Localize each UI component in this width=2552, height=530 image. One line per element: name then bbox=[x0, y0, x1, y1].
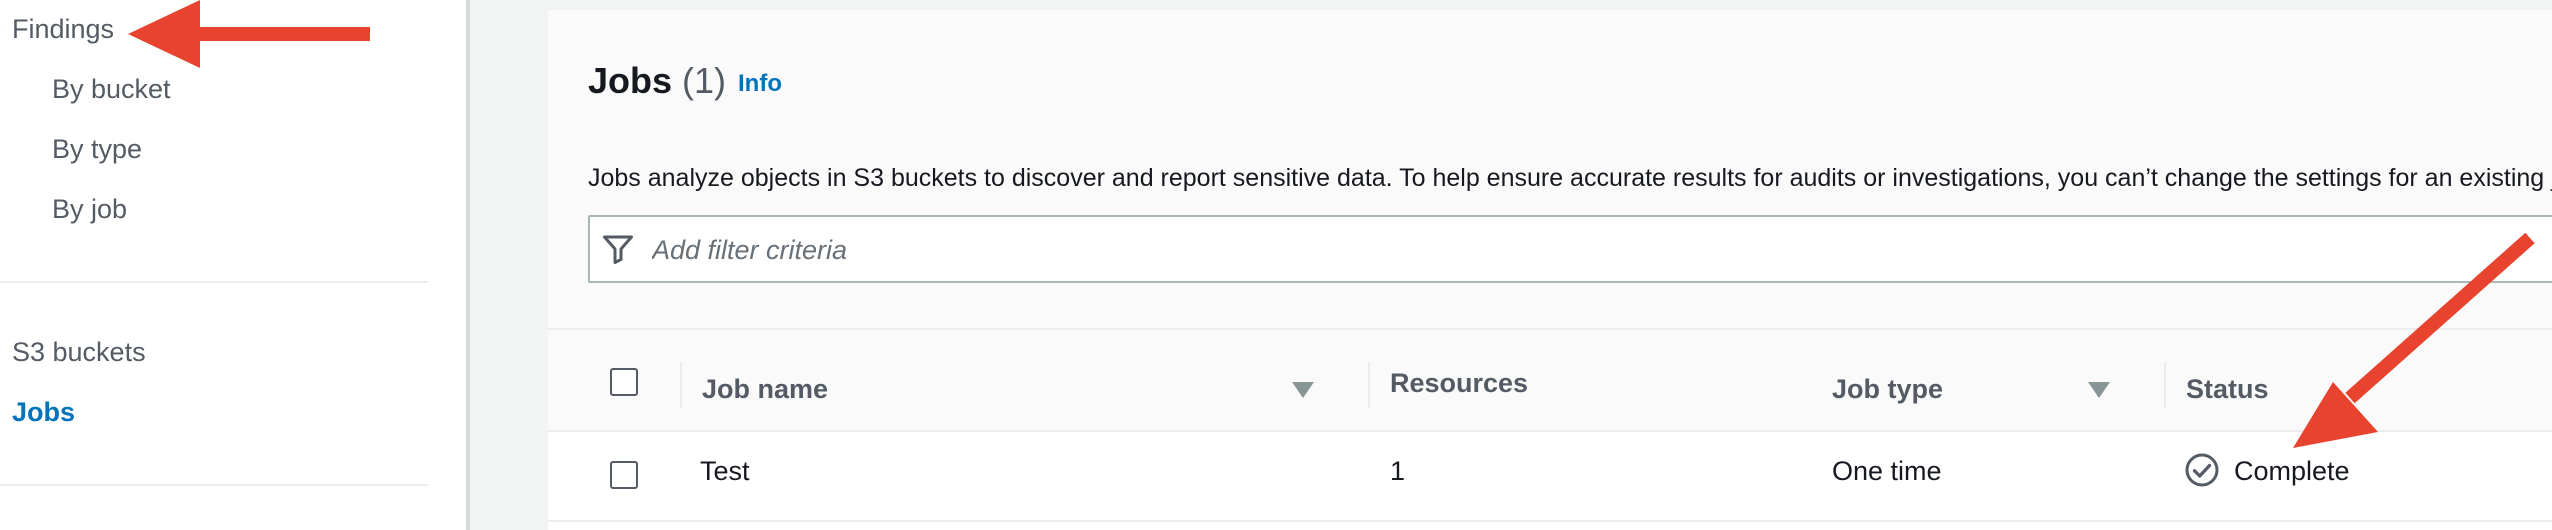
job-type-cell: One time bbox=[1832, 456, 1942, 486]
job-count: (1) bbox=[682, 60, 727, 101]
sidebar-border bbox=[466, 0, 470, 530]
jobs-panel: Jobs (1) Info Jobs analyze objects in S3… bbox=[548, 10, 2552, 530]
column-header-job-name[interactable]: Job name bbox=[702, 374, 828, 405]
filter-input[interactable] bbox=[650, 229, 2454, 271]
column-separator bbox=[680, 362, 682, 408]
sidebar-item-by-bucket[interactable]: By bucket bbox=[52, 74, 171, 105]
row-checkbox[interactable] bbox=[610, 461, 638, 489]
sidebar-item-by-job[interactable]: By job bbox=[52, 194, 127, 225]
sidebar-divider bbox=[0, 281, 428, 283]
status-check-circle-icon bbox=[2185, 453, 2219, 487]
job-name-cell[interactable]: Test bbox=[700, 456, 750, 487]
column-header-resources[interactable]: Resources bbox=[1390, 368, 1528, 399]
filter-bar[interactable] bbox=[588, 215, 2552, 283]
sidebar-item-findings[interactable]: Findings bbox=[12, 14, 114, 45]
resources-cell: 1 bbox=[1390, 456, 1406, 486]
column-separator bbox=[1368, 362, 1370, 408]
column-header-job-type[interactable]: Job type bbox=[1832, 374, 1943, 405]
column-separator bbox=[2164, 362, 2166, 408]
jobs-description: Jobs analyze objects in S3 buckets to di… bbox=[588, 164, 2552, 192]
row-divider bbox=[548, 520, 2552, 522]
page-title-text: Jobs bbox=[588, 60, 673, 101]
sidebar-divider bbox=[0, 484, 428, 486]
sidebar-item-jobs[interactable]: Jobs bbox=[12, 397, 75, 428]
sort-desc-icon[interactable] bbox=[1292, 382, 1314, 398]
jobs-panel-header: Jobs (1) Info Jobs analyze objects in S3… bbox=[548, 10, 2552, 328]
info-link[interactable]: Info bbox=[738, 70, 782, 98]
status-cell: Complete bbox=[2234, 456, 2350, 486]
sidebar-nav: Findings By bucket By type By job S3 buc… bbox=[0, 0, 466, 530]
select-all-checkbox[interactable] bbox=[610, 368, 638, 396]
sidebar-item-by-type[interactable]: By type bbox=[52, 134, 142, 165]
sort-desc-icon[interactable] bbox=[2088, 382, 2110, 398]
page-title: Jobs (1) bbox=[588, 60, 726, 102]
sidebar-item-s3-buckets[interactable]: S3 buckets bbox=[12, 337, 146, 368]
filter-icon bbox=[603, 235, 633, 264]
column-header-status[interactable]: Status bbox=[2186, 374, 2269, 405]
